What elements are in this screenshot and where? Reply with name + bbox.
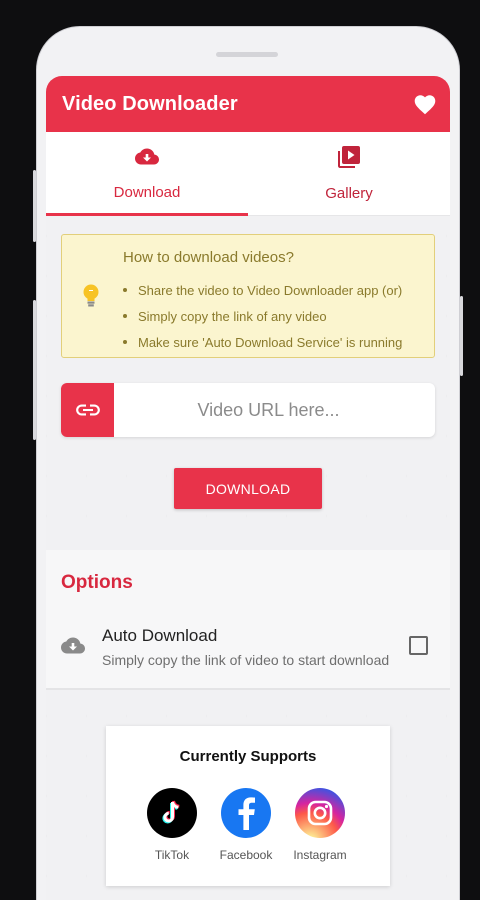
- list-item: Make sure 'Auto Download Service' is run…: [123, 329, 402, 355]
- phone-speaker: [216, 52, 278, 57]
- app-bar: Video Downloader: [46, 76, 450, 132]
- instagram-icon: [295, 788, 345, 838]
- tab-download-label: Download: [113, 183, 181, 201]
- tab-gallery-label: Gallery: [325, 184, 373, 202]
- video-library-icon: [338, 145, 360, 173]
- tab-gallery[interactable]: Gallery: [248, 132, 450, 215]
- auto-download-checkbox[interactable]: [409, 636, 428, 655]
- platform-label: Facebook: [219, 848, 273, 862]
- tab-indicator: [46, 213, 248, 216]
- platform-instagram: Instagram: [280, 788, 360, 862]
- phone-side-button: [33, 300, 36, 440]
- link-icon[interactable]: [61, 383, 114, 437]
- list-item: Simply copy the link of any video: [123, 303, 402, 329]
- phone-side-button: [33, 170, 36, 242]
- platform-label: Instagram: [293, 848, 347, 862]
- options-title: Options: [61, 572, 133, 593]
- video-url-input[interactable]: [114, 383, 435, 437]
- app-title: Video Downloader: [62, 92, 238, 115]
- cloud-download-icon: [135, 147, 159, 172]
- url-input-container: [61, 383, 435, 437]
- cloud-download-icon: [60, 636, 86, 661]
- tab-bar: Download Gallery: [46, 132, 450, 216]
- list-item: Share the video to Video Downloader app …: [123, 277, 402, 303]
- auto-download-label: Auto Download: [102, 626, 218, 645]
- options-section: Options Auto Download Simply copy the li…: [46, 550, 450, 690]
- howto-card: How to download videos? Share the video …: [61, 234, 435, 358]
- supports-card: Currently Supports TikTok Facebook Insta…: [106, 726, 390, 886]
- howto-list: Share the video to Video Downloader app …: [123, 277, 402, 355]
- download-button[interactable]: DOWNLOAD: [174, 468, 322, 509]
- lightbulb-icon: [82, 283, 100, 314]
- tab-download[interactable]: Download: [46, 132, 248, 215]
- facebook-icon: [221, 788, 271, 838]
- platform-label: TikTok: [154, 848, 190, 862]
- howto-title: How to download videos?: [123, 249, 294, 266]
- app-screen: Video Downloader Download Gallery How to…: [46, 76, 450, 900]
- tiktok-icon: [147, 788, 197, 838]
- platform-tiktok: TikTok: [132, 788, 212, 862]
- heart-icon[interactable]: [412, 91, 438, 117]
- phone-side-button: [460, 296, 463, 376]
- platform-facebook: Facebook: [206, 788, 286, 862]
- supports-title: Currently Supports: [179, 748, 317, 765]
- auto-download-description: Simply copy the link of video to start d…: [102, 652, 390, 668]
